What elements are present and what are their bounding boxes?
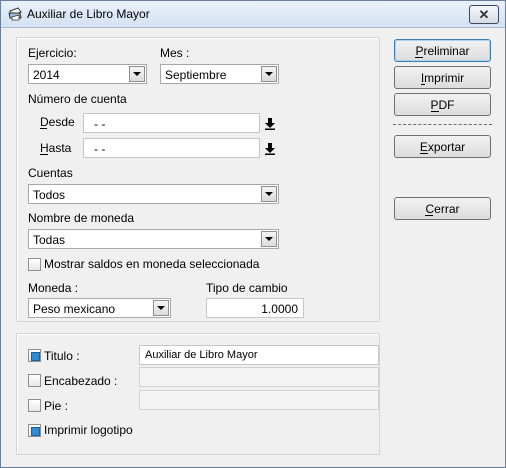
separator: [393, 124, 492, 125]
pdf-button[interactable]: PDF: [394, 93, 491, 116]
cerrar-button[interactable]: Cerrar: [394, 197, 491, 220]
hasta-label-text: Hasta: [40, 141, 72, 155]
down-arrow-icon[interactable]: [265, 143, 275, 155]
moneda-select[interactable]: Peso mexicano: [28, 298, 171, 318]
encabezado-checkbox[interactable]: [28, 374, 41, 387]
tipo-cambio-value: 1.0000: [261, 302, 298, 316]
titulo-input[interactable]: Auxiliar de Libro Mayor: [139, 345, 379, 365]
exportar-label: Exportar: [419, 139, 466, 154]
cerrar-label: Cerrar: [425, 201, 460, 216]
desde-value: - -: [94, 117, 106, 131]
encabezado-label[interactable]: Encabezado :: [44, 374, 117, 388]
titulo-checkbox[interactable]: [28, 349, 41, 362]
tipo-cambio-input[interactable]: 1.0000: [206, 298, 304, 318]
desde-input[interactable]: - -: [83, 113, 260, 133]
chevron-down-icon[interactable]: [153, 300, 169, 316]
desde-label-text: Desde: [40, 115, 75, 129]
mostrar-saldos-label[interactable]: Mostrar saldos en moneda seleccionada: [44, 257, 259, 271]
chevron-down-icon[interactable]: [261, 186, 277, 202]
ejercicio-value: 2014: [33, 68, 60, 82]
chevron-down-icon[interactable]: [129, 66, 145, 82]
pie-input[interactable]: [139, 390, 379, 410]
window-title: Auxiliar de Libro Mayor: [27, 7, 150, 21]
moneda-label: Moneda :: [28, 281, 79, 295]
imprimir-button[interactable]: Imprimir: [394, 66, 491, 89]
chevron-down-icon[interactable]: [261, 231, 277, 247]
dialog-window: Auxiliar de Libro Mayor ✕ Ejercicio: 201…: [0, 0, 506, 468]
cuentas-select[interactable]: Todos: [28, 184, 279, 204]
nombre-moneda-value: Todas: [33, 233, 66, 247]
mes-select[interactable]: Septiembre: [160, 64, 279, 84]
preliminar-button[interactable]: Preliminar: [394, 39, 491, 62]
preliminar-label: Preliminar: [415, 43, 470, 58]
title-bar[interactable]: Auxiliar de Libro Mayor ✕: [1, 1, 505, 28]
down-arrow-icon[interactable]: [265, 118, 275, 130]
nombre-moneda-label: Nombre de moneda: [28, 211, 135, 225]
moneda-value: Peso mexicano: [33, 302, 116, 316]
titulo-label[interactable]: Titulo :: [44, 349, 80, 363]
hasta-input[interactable]: - -: [83, 138, 260, 158]
exportar-button[interactable]: Exportar: [394, 135, 491, 158]
encabezado-input[interactable]: [139, 367, 379, 387]
imprimir-logotipo-label[interactable]: Imprimir logotipo: [44, 423, 133, 437]
close-button[interactable]: ✕: [469, 5, 499, 24]
pie-label[interactable]: Pie :: [44, 399, 68, 413]
hasta-label: Hasta: [40, 141, 72, 155]
mes-label: Mes :: [160, 46, 190, 60]
desde-label: Desde: [40, 115, 75, 129]
ejercicio-label: Ejercicio:: [28, 46, 77, 60]
mes-value: Septiembre: [165, 68, 227, 82]
mostrar-saldos-checkbox[interactable]: [28, 258, 41, 271]
cuentas-value: Todos: [33, 188, 66, 202]
close-icon: ✕: [478, 6, 490, 22]
chevron-down-icon[interactable]: [261, 66, 277, 82]
ejercicio-select[interactable]: 2014: [28, 64, 147, 84]
nombre-moneda-select[interactable]: Todas: [28, 229, 279, 249]
titulo-value: Auxiliar de Libro Mayor: [145, 349, 258, 361]
imprimir-logotipo-checkbox[interactable]: [28, 424, 41, 437]
numero-cuenta-label: Número de cuenta: [28, 92, 127, 106]
pie-checkbox[interactable]: [28, 399, 41, 412]
cuentas-label: Cuentas: [28, 166, 73, 180]
hasta-value: - -: [94, 142, 106, 156]
pdf-label: PDF: [430, 97, 455, 112]
printer-icon: [8, 7, 22, 21]
imprimir-label: Imprimir: [420, 70, 465, 85]
tipo-cambio-label: Tipo de cambio: [206, 281, 288, 295]
